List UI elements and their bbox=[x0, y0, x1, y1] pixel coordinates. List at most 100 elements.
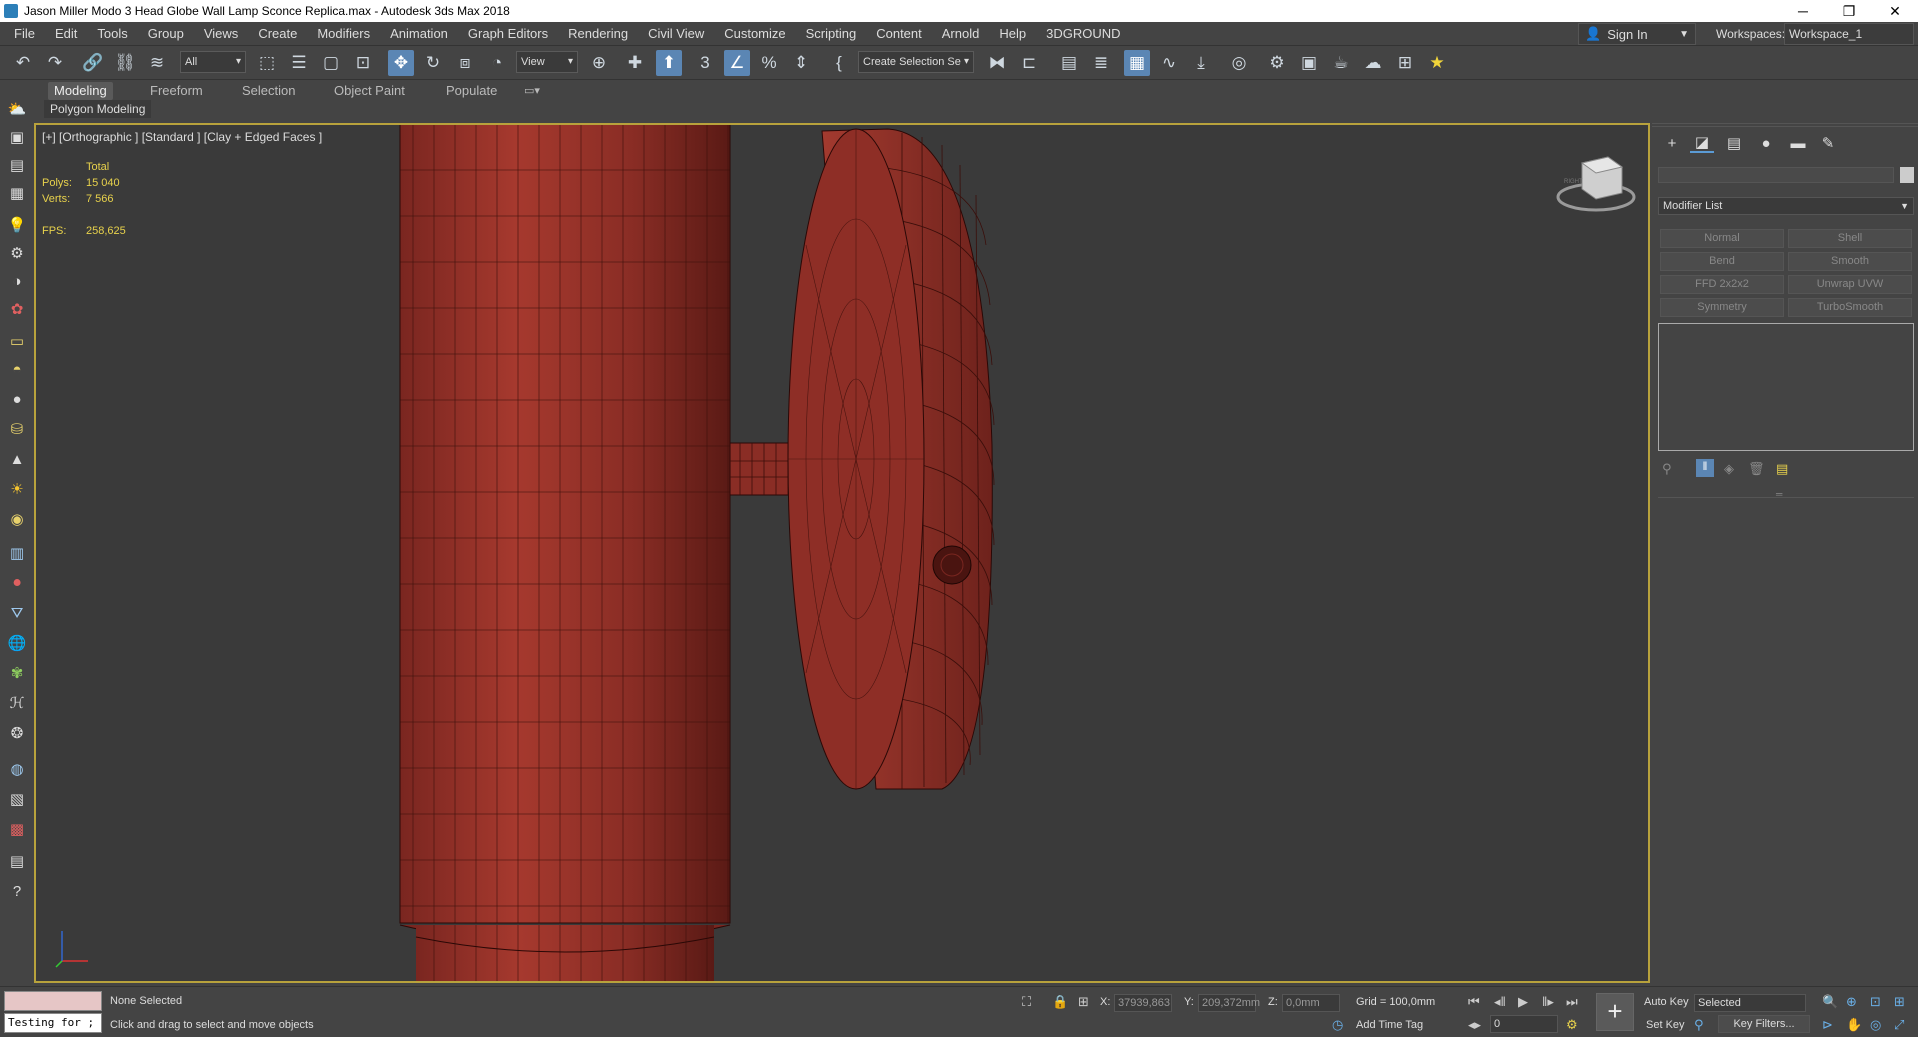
schematic-view-icon[interactable]: ⤓ bbox=[1188, 50, 1214, 76]
menu-views[interactable]: Views bbox=[194, 22, 248, 46]
time-tag-icon[interactable]: ◷ bbox=[1332, 1017, 1343, 1033]
maximize-viewport-icon[interactable]: ⤢ bbox=[1894, 1017, 1904, 1033]
unlink-icon[interactable]: ⛓ bbox=[112, 50, 138, 76]
place-icon[interactable]: ◔ bbox=[484, 50, 510, 76]
tab-object-paint[interactable]: Object Paint bbox=[328, 82, 411, 100]
key-mode-toggle-icon[interactable]: ◂▸ bbox=[1468, 1017, 1481, 1033]
time-configuration-icon[interactable]: ⚙ bbox=[1566, 1017, 1578, 1033]
zoom-all-icon[interactable]: ⊕ bbox=[1846, 994, 1857, 1010]
named-selection-dropdown[interactable]: Create Selection Se bbox=[858, 51, 974, 73]
current-frame-field[interactable]: 0 bbox=[1490, 1015, 1558, 1033]
modifier-turbosmooth-button[interactable]: TurboSmooth bbox=[1788, 298, 1912, 317]
modifier-unwrap-uvw-button[interactable]: Unwrap UVW bbox=[1788, 275, 1912, 294]
modifier-shell-button[interactable]: Shell bbox=[1788, 229, 1912, 248]
utilities-tab-icon[interactable]: ✎ bbox=[1816, 133, 1840, 153]
menu-civil-view[interactable]: Civil View bbox=[638, 22, 714, 46]
spinner-snap-icon[interactable]: ⇕ bbox=[788, 50, 814, 76]
modify-tab-icon[interactable]: ◪ bbox=[1690, 133, 1714, 153]
sphere-icon[interactable]: ● bbox=[6, 388, 28, 410]
key-mode-dropdown[interactable]: Selected bbox=[1694, 994, 1806, 1012]
drag-handle-icon[interactable]: ═ bbox=[1776, 489, 1782, 499]
material-editor-icon[interactable]: ◎ bbox=[1226, 50, 1252, 76]
zoom-icon[interactable]: 🔍 bbox=[1822, 994, 1838, 1010]
tab-freeform[interactable]: Freeform bbox=[144, 82, 209, 100]
hair-fur-icon[interactable]: ℋ bbox=[6, 692, 28, 714]
display-tab-icon[interactable]: ▬ bbox=[1786, 133, 1810, 153]
cylinder-icon[interactable]: ⛁ bbox=[6, 418, 28, 440]
pivot-center-icon[interactable]: ⊕ bbox=[586, 50, 612, 76]
scene-explorer-icon[interactable]: ▤ bbox=[1056, 50, 1082, 76]
isolate-selection-icon[interactable]: ⛶ bbox=[1022, 994, 1031, 1010]
menu-scripting[interactable]: Scripting bbox=[796, 22, 867, 46]
geosphere-icon[interactable]: ◉ bbox=[6, 508, 28, 530]
cloth-icon[interactable]: ❂ bbox=[6, 722, 28, 744]
menu-customize[interactable]: Customize bbox=[714, 22, 795, 46]
selection-filter-dropdown[interactable]: All bbox=[180, 51, 246, 73]
zoom-extents-all-icon[interactable]: ⊞ bbox=[1894, 994, 1905, 1010]
menu-edit[interactable]: Edit bbox=[45, 22, 87, 46]
set-key-button[interactable]: Set Key bbox=[1646, 1019, 1685, 1031]
x-coordinate-field[interactable]: 37939,863 bbox=[1114, 994, 1172, 1012]
pin-stack-icon[interactable]: ⚲ bbox=[1662, 461, 1672, 477]
window-crossing-icon[interactable]: ⊡ bbox=[350, 50, 376, 76]
menu-modifiers[interactable]: Modifiers bbox=[307, 22, 380, 46]
box-icon[interactable]: ▭ bbox=[6, 330, 28, 352]
maxscript-input[interactable]: Testing for ; bbox=[4, 1013, 102, 1033]
z-coordinate-field[interactable]: 0,0mm bbox=[1282, 994, 1340, 1012]
foliage-icon[interactable]: ✾ bbox=[6, 662, 28, 684]
render-icon[interactable]: ▩ bbox=[6, 818, 28, 840]
rotate-icon[interactable]: ↻ bbox=[420, 50, 446, 76]
menu-create[interactable]: Create bbox=[248, 22, 307, 46]
particles-icon[interactable]: ⚫ bbox=[6, 572, 28, 594]
material-sphere-icon[interactable]: ◍ bbox=[6, 758, 28, 780]
light-icon[interactable]: 💡 bbox=[6, 214, 28, 236]
hierarchy-icon[interactable]: ▤ bbox=[6, 154, 28, 176]
create-icon[interactable]: ⛅ bbox=[6, 98, 28, 120]
helper-icon[interactable]: ◑ bbox=[6, 270, 28, 292]
bind-space-warp-icon[interactable]: ≋ bbox=[144, 50, 170, 76]
menu-content[interactable]: Content bbox=[866, 22, 932, 46]
toggle-ribbon-icon[interactable]: ▦ bbox=[1124, 50, 1150, 76]
hierarchy-tab-icon[interactable]: ▤ bbox=[1722, 133, 1746, 153]
modifier-symmetry-button[interactable]: Symmetry bbox=[1660, 298, 1784, 317]
plugin-star-icon[interactable]: ★ bbox=[1424, 50, 1450, 76]
menu-rendering[interactable]: Rendering bbox=[558, 22, 638, 46]
restore-button[interactable]: ❐ bbox=[1826, 0, 1872, 22]
modifier-ffd-button[interactable]: FFD 2x2x2 bbox=[1660, 275, 1784, 294]
sign-in-button[interactable]: 👤 Sign In ▼ bbox=[1578, 23, 1696, 45]
modifier-normal-button[interactable]: Normal bbox=[1660, 229, 1784, 248]
menu-file[interactable]: File bbox=[0, 22, 45, 46]
compound-icon[interactable]: ⛛ bbox=[6, 602, 28, 624]
next-frame-icon[interactable]: ‖▸ bbox=[1542, 994, 1554, 1010]
object-name-field[interactable] bbox=[1658, 167, 1894, 183]
grid-icon[interactable]: ▥ bbox=[6, 542, 28, 564]
configure-modifier-sets-icon[interactable]: ▤ bbox=[1776, 461, 1788, 477]
object-color-swatch[interactable] bbox=[1900, 167, 1914, 183]
curve-editor-icon[interactable]: ∿ bbox=[1156, 50, 1182, 76]
undo-icon[interactable]: ↶ bbox=[10, 50, 36, 76]
modifier-list-dropdown[interactable]: Modifier List ▼ bbox=[1658, 197, 1914, 215]
menu-graph-editors[interactable]: Graph Editors bbox=[458, 22, 558, 46]
close-button[interactable]: ✕ bbox=[1872, 0, 1918, 22]
orbit-icon[interactable]: ◎ bbox=[1870, 1017, 1881, 1033]
select-manipulate-icon[interactable]: ✚ bbox=[622, 50, 648, 76]
pan-icon[interactable]: ✋ bbox=[1846, 1017, 1862, 1033]
keyboard-shortcut-override-icon[interactable]: ⬆ bbox=[656, 50, 682, 76]
tab-populate[interactable]: Populate bbox=[440, 82, 503, 100]
tab-modeling[interactable]: Modeling bbox=[48, 82, 113, 100]
hemisphere-icon[interactable]: ◓ bbox=[6, 358, 28, 380]
modifier-stack-list[interactable] bbox=[1658, 323, 1914, 451]
auto-key-button[interactable]: Auto Key bbox=[1644, 996, 1689, 1008]
percent-snap-icon[interactable]: % bbox=[756, 50, 782, 76]
camera-icon[interactable]: ⚙ bbox=[6, 242, 28, 264]
selection-lock-icon[interactable]: 🔒 bbox=[1052, 994, 1068, 1010]
menu-arnold[interactable]: Arnold bbox=[932, 22, 990, 46]
workspace-select[interactable]: Workspace_1 bbox=[1784, 23, 1914, 45]
show-end-result-icon[interactable]: ‖ bbox=[1696, 459, 1714, 477]
previous-frame-icon[interactable]: ◂‖ bbox=[1494, 994, 1506, 1010]
motion-icon[interactable]: ▦ bbox=[6, 182, 28, 204]
viewport-orthographic[interactable]: [+] [Orthographic ] [Standard ] [Clay + … bbox=[34, 123, 1650, 983]
maxscript-listener-pink[interactable] bbox=[4, 991, 102, 1011]
render-in-cloud-icon[interactable]: ☁ bbox=[1360, 50, 1386, 76]
render-production-icon[interactable]: ☕ bbox=[1328, 50, 1354, 76]
